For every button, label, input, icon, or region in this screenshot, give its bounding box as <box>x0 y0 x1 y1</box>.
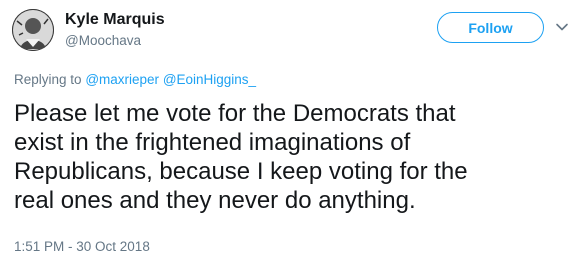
tweet-timestamp[interactable]: 1:51 PM - 30 Oct 2018 <box>14 239 150 254</box>
author-display-name[interactable]: Kyle Marquis <box>65 11 165 29</box>
tweet-text-line: Please let me vote for the Democrats tha… <box>14 100 456 127</box>
chevron-down-icon[interactable] <box>555 20 569 34</box>
avatar-image <box>12 9 54 51</box>
author-handle[interactable]: @Moochava <box>65 33 141 48</box>
avatar[interactable] <box>12 9 54 51</box>
reply-prefix: Replying to <box>14 72 82 87</box>
reply-context: Replying to @maxrieper @EoinHiggins_ <box>14 72 256 87</box>
tweet-text-line: Republicans, because I keep voting for t… <box>14 158 468 185</box>
tweet-text: Please let me vote for the Democrats tha… <box>14 99 576 215</box>
reply-mention-link[interactable]: @EoinHiggins_ <box>163 72 256 87</box>
tweet-text-line: real ones and they never do anything. <box>14 187 416 214</box>
follow-button[interactable]: Follow <box>437 12 544 43</box>
reply-mention-link[interactable]: @maxrieper <box>85 72 159 87</box>
tweet-text-line: exist in the frightened imaginations of <box>14 129 411 156</box>
